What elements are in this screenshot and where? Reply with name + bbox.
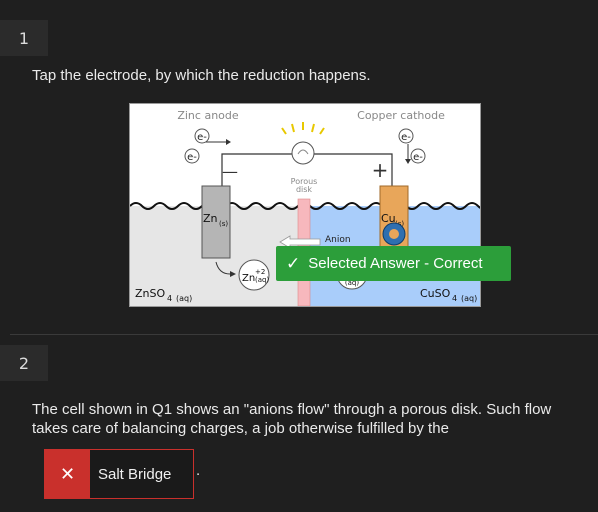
svg-text:e-: e- xyxy=(187,152,197,163)
electron-icon: e- xyxy=(184,148,200,164)
svg-text:(aq): (aq) xyxy=(176,294,192,303)
svg-text:4: 4 xyxy=(452,294,457,303)
feedback-text: Selected Answer - Correct xyxy=(308,255,483,272)
svg-text:disk: disk xyxy=(296,185,312,194)
svg-text:(aq): (aq) xyxy=(255,276,269,284)
electron-icon: e- xyxy=(398,128,414,144)
anion-label: Anion xyxy=(325,235,351,245)
svg-text:4: 4 xyxy=(167,294,172,303)
check-icon: ✓ xyxy=(286,253,301,273)
question-1-prompt: Tap the electrode, by which the reductio… xyxy=(32,67,371,84)
correct-answer-banner[interactable]: ✓ Selected Answer - Correct xyxy=(276,246,511,281)
question-number-1: 1 xyxy=(0,20,48,56)
svg-text:(s): (s) xyxy=(219,220,228,228)
question-divider xyxy=(10,334,598,335)
zinc-anode-label: Zinc anode xyxy=(177,109,239,122)
svg-text:e-: e- xyxy=(197,132,207,143)
positive-terminal-sign: + xyxy=(372,158,389,182)
svg-text:e-: e- xyxy=(413,152,423,163)
negative-terminal-sign: — xyxy=(222,162,238,181)
answer-text: Salt Bridge xyxy=(98,465,172,483)
svg-text:+2: +2 xyxy=(255,268,265,276)
zinc-electrode-label: Zn xyxy=(203,212,218,225)
svg-text:Zn: Zn xyxy=(242,273,255,284)
bulb-rays xyxy=(281,122,325,135)
copper-sulfate-label: CuSO xyxy=(420,287,451,300)
question-2-prompt-line-1: The cell shown in Q1 shows an "anions fl… xyxy=(32,401,552,418)
electron-icon: e- xyxy=(410,148,426,164)
question-number-2: 2 xyxy=(0,345,48,381)
copper-cathode-label: Copper cathode xyxy=(357,109,445,122)
answer-blank-salt-bridge[interactable]: ✕ Salt Bridge xyxy=(44,449,194,499)
svg-text:(aq): (aq) xyxy=(461,294,477,303)
question-2-prompt-line-2: takes care of balancing charges, a job o… xyxy=(32,420,449,437)
zinc-sulfate-label: ZnSO xyxy=(135,287,165,300)
light-bulb-icon xyxy=(291,141,315,165)
electron-icon: e- xyxy=(194,128,210,144)
selection-target-icon xyxy=(382,222,406,246)
close-icon: ✕ xyxy=(45,450,90,498)
zinc-ion-icon: Zn +2 (aq) xyxy=(238,259,270,291)
sentence-period: . xyxy=(196,462,201,479)
svg-text:e-: e- xyxy=(401,132,411,143)
